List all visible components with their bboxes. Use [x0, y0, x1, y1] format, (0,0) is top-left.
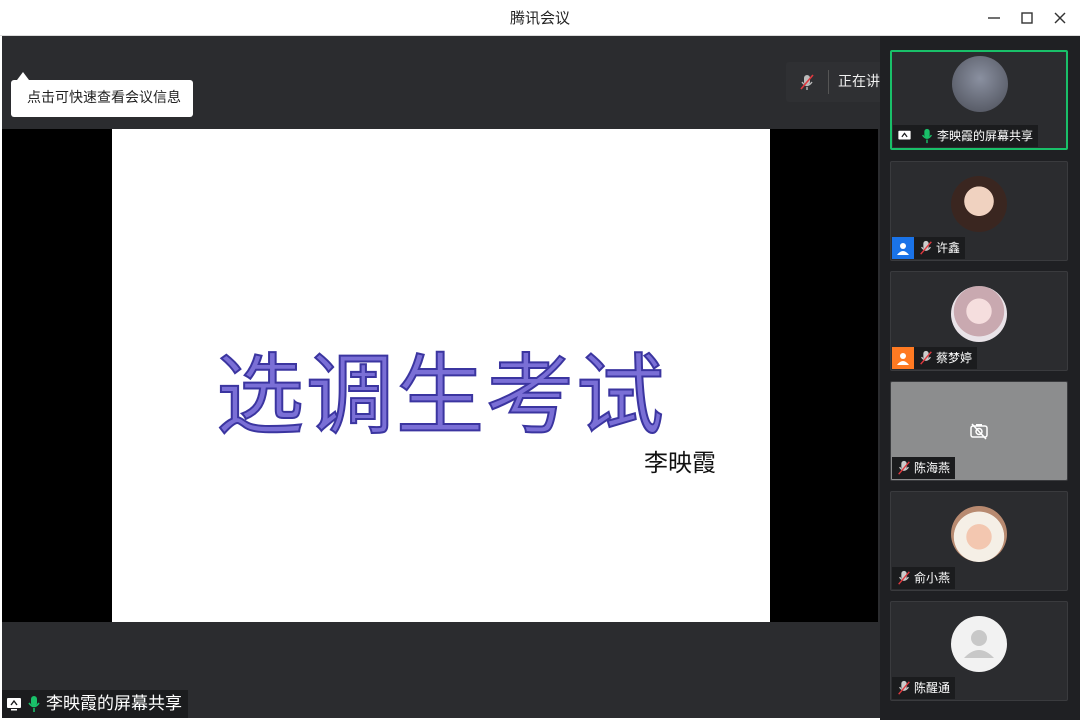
participant-tile[interactable]: 俞小燕	[890, 491, 1068, 591]
avatar	[952, 56, 1008, 112]
divider	[828, 70, 829, 94]
participant-name: 许鑫	[936, 241, 961, 255]
participant-name: 俞小燕	[914, 571, 951, 585]
mic-muted-icon	[898, 570, 910, 585]
close-button[interactable]	[1047, 6, 1073, 30]
avatar	[951, 286, 1007, 342]
minimize-button[interactable]	[981, 6, 1007, 30]
avatar	[951, 616, 1007, 672]
participant-name: 蔡梦婷	[936, 351, 973, 365]
participant-tile[interactable]: 陈醒通	[890, 601, 1068, 701]
mic-on-icon	[921, 128, 933, 144]
avatar	[951, 176, 1007, 232]
participant-label: 俞小燕	[892, 567, 956, 589]
participant-name: 李映霞的屏幕共享	[937, 129, 1034, 143]
minimize-icon	[988, 17, 1000, 19]
main-share-label: 李映霞的屏幕共享	[2, 690, 188, 718]
participant-label: 蔡梦婷	[892, 347, 978, 369]
main-share-label-text: 李映霞的屏幕共享	[46, 694, 182, 714]
mic-on-icon	[28, 696, 40, 712]
user-icon	[892, 347, 914, 369]
maximize-button[interactable]	[1014, 6, 1040, 30]
screen-share-icon	[893, 125, 915, 147]
shared-slide: 选调生考试 李映霞	[112, 129, 770, 622]
participant-label: 陈醒通	[892, 677, 956, 699]
user-icon	[964, 630, 994, 658]
participant-name: 陈醒通	[914, 681, 951, 695]
close-icon	[1054, 12, 1066, 24]
participant-tile[interactable]: 陈海燕	[890, 381, 1068, 481]
camera-off-icon	[970, 423, 988, 440]
mic-muted-icon	[898, 460, 910, 475]
window-title: 腾讯会议	[509, 9, 570, 27]
participant-label: 许鑫	[892, 237, 966, 259]
participant-name: 陈海燕	[914, 461, 951, 475]
screen-share-icon	[7, 698, 21, 711]
maximize-icon	[1021, 12, 1033, 24]
user-icon	[892, 237, 914, 259]
title-bar: 腾讯会议	[0, 0, 1080, 36]
participant-label: 李映霞的屏幕共享	[893, 125, 1039, 147]
mic-muted-icon	[800, 74, 814, 90]
participant-label: 陈海燕	[892, 457, 956, 479]
meeting-info-tooltip[interactable]: 点击可快速查看会议信息	[11, 72, 193, 117]
slide-title: 选调生考试	[215, 343, 666, 448]
mic-muted-icon	[898, 680, 910, 695]
participant-tile[interactable]: 蔡梦婷	[890, 271, 1068, 371]
mic-muted-icon	[920, 240, 932, 255]
participant-tile[interactable]: 李映霞的屏幕共享	[890, 50, 1068, 150]
tooltip-text: 点击可快速查看会议信息	[27, 90, 181, 106]
avatar	[951, 506, 1007, 562]
slide-author: 李映霞	[644, 449, 716, 477]
participant-tile[interactable]: 许鑫	[890, 161, 1068, 261]
mic-muted-icon	[920, 350, 932, 365]
